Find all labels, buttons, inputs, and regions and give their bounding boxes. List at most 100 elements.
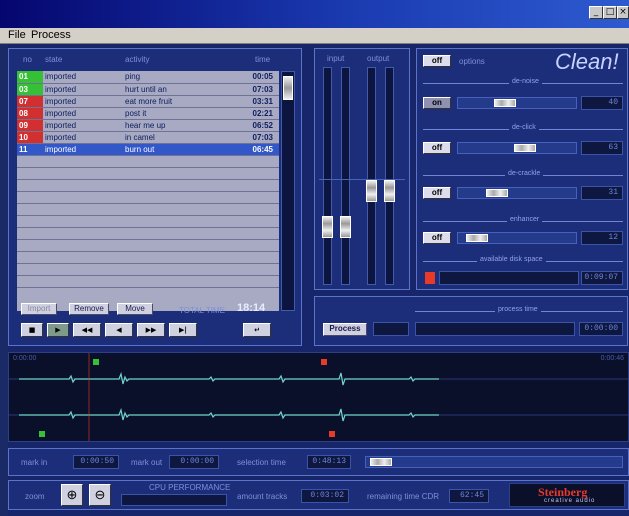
mark-in-label: mark in	[21, 458, 48, 467]
declick-toggle[interactable]: off	[423, 142, 451, 154]
empty-row	[17, 275, 279, 288]
col-header-state: state	[45, 55, 63, 64]
empty-row	[17, 191, 279, 204]
options-label: options	[459, 57, 485, 66]
slider-thumb[interactable]	[494, 99, 516, 107]
output-left-fader[interactable]	[366, 67, 377, 285]
input-meter-label: input	[327, 54, 345, 63]
track-time-cell: 07:03	[233, 131, 279, 144]
table-row[interactable]: 09 imported hear me up 06:52	[17, 119, 279, 132]
mark-in-marker[interactable]	[93, 359, 99, 365]
menu-file[interactable]: File	[8, 29, 26, 41]
mark-in-value: 0:00:50	[73, 455, 119, 469]
track-no-cell: 08	[17, 107, 43, 120]
fader-thumb[interactable]	[366, 180, 377, 202]
scroll-thumb[interactable]	[283, 76, 293, 100]
fader-thumb[interactable]	[340, 216, 351, 238]
table-row[interactable]: 10 imported in camel 07:03	[17, 131, 279, 144]
mark-out-marker[interactable]	[321, 359, 327, 365]
enhancer-toggle[interactable]: off	[423, 232, 451, 244]
track-time-cell: 06:52	[233, 119, 279, 132]
process-button[interactable]: Process	[323, 323, 367, 336]
track-status-cell: imported	[43, 83, 123, 96]
fader-thumb[interactable]	[322, 216, 333, 238]
stop-button[interactable]: ■	[21, 323, 43, 337]
mark-out-value: 0:00:00	[169, 455, 219, 469]
table-row[interactable]: 07 imported eat more fruit 03:31	[17, 95, 279, 108]
input-left-fader[interactable]	[322, 67, 333, 285]
track-status-cell: imported	[43, 107, 123, 120]
zoom-in-icon[interactable]: ⊕	[61, 484, 83, 506]
track-time-cell: 07:03	[233, 83, 279, 96]
remaining-time-value: 62:45	[449, 489, 489, 503]
table-row[interactable]: 01 imported ping 00:05	[17, 71, 279, 84]
slider-thumb[interactable]	[486, 189, 508, 197]
track-list-scrollbar[interactable]	[281, 71, 295, 311]
clean-panel: off options Clean! de-noise on 40 de-cli…	[416, 48, 628, 290]
amount-tracks-label: amount tracks	[237, 492, 288, 501]
next-button[interactable]: ▶|	[169, 323, 197, 337]
empty-row	[17, 179, 279, 192]
fast-forward-button[interactable]: ▶▶	[137, 323, 165, 337]
brand-logo: Steinberg creative audio	[509, 483, 625, 507]
menu-process[interactable]: Process	[31, 29, 71, 41]
track-list: 01 imported ping 00:05 03 imported hurt until …	[17, 71, 279, 311]
track-no-cell: 03	[17, 83, 43, 96]
empty-row	[17, 215, 279, 228]
enhancer-slider[interactable]	[457, 232, 577, 244]
remove-button[interactable]: Remove	[69, 303, 109, 315]
available-space-label: available disk space	[477, 256, 546, 263]
declick-label: de-click	[509, 124, 539, 131]
clean-off-button[interactable]: off	[423, 55, 451, 67]
maximize-button[interactable]: □	[603, 6, 617, 19]
decrackle-toggle[interactable]: off	[423, 187, 451, 199]
denoise-slider[interactable]	[457, 97, 577, 109]
input-right-fader[interactable]	[340, 67, 351, 285]
slider-thumb[interactable]	[466, 234, 488, 242]
enhancer-value: 12	[581, 231, 623, 245]
track-status-cell: imported	[43, 95, 123, 108]
title-bar: _ □ ×	[0, 0, 629, 28]
declick-value: 63	[581, 141, 623, 155]
col-header-no: no	[23, 55, 32, 64]
rewind-button[interactable]: ◀◀	[73, 323, 101, 337]
close-button[interactable]: ×	[617, 6, 629, 19]
import-button[interactable]: Import	[21, 303, 57, 315]
amount-tracks-value: 0:03:02	[301, 489, 349, 503]
loop-button[interactable]: ↵	[243, 323, 271, 337]
fader-thumb[interactable]	[384, 180, 395, 202]
position-slider[interactable]	[365, 456, 623, 468]
decrackle-label: de-crackle	[505, 170, 544, 177]
total-time-value: 18:14	[237, 302, 266, 314]
waveform-display[interactable]: 0:00:00 0:00:46	[8, 352, 629, 442]
mark-in-marker-bottom[interactable]	[39, 431, 45, 437]
remaining-time-label: remaining time CDR	[367, 492, 440, 501]
minimize-button[interactable]: _	[589, 6, 603, 19]
declick-slider[interactable]	[457, 142, 577, 154]
status-panel: zoom ⊕ ⊖ CPU PERFORMANCE amount tracks 0…	[8, 480, 629, 510]
available-space-value: 0:09:07	[581, 271, 623, 285]
available-space-bar	[439, 271, 579, 285]
mark-out-label: mark out	[131, 458, 163, 467]
empty-row	[17, 227, 279, 240]
process-progress	[415, 322, 575, 336]
table-row[interactable]: 08 imported post it 02:21	[17, 107, 279, 120]
play-button[interactable]: ▶	[47, 323, 69, 337]
output-right-fader[interactable]	[384, 67, 395, 285]
enhancer-label: enhancer	[507, 216, 543, 223]
marks-panel: mark in 0:00:50 mark out 0:00:00 selecti…	[8, 448, 629, 476]
move-button[interactable]: Move	[117, 303, 153, 315]
empty-row	[17, 167, 279, 180]
track-title-cell: ping	[123, 71, 233, 84]
table-row[interactable]: 03 imported hurt until an 07:03	[17, 83, 279, 96]
zoom-out-icon[interactable]: ⊖	[89, 484, 111, 506]
mark-out-marker-bottom[interactable]	[329, 431, 335, 437]
table-row[interactable]: 11 imported burn out 06:45	[17, 143, 279, 156]
decrackle-slider[interactable]	[457, 187, 577, 199]
track-no-cell: 09	[17, 119, 43, 132]
slider-thumb[interactable]	[514, 144, 536, 152]
slider-thumb[interactable]	[370, 458, 392, 466]
track-title-cell: eat more fruit	[123, 95, 233, 108]
previous-button[interactable]: ◀	[105, 323, 133, 337]
denoise-toggle[interactable]: on	[423, 97, 451, 109]
